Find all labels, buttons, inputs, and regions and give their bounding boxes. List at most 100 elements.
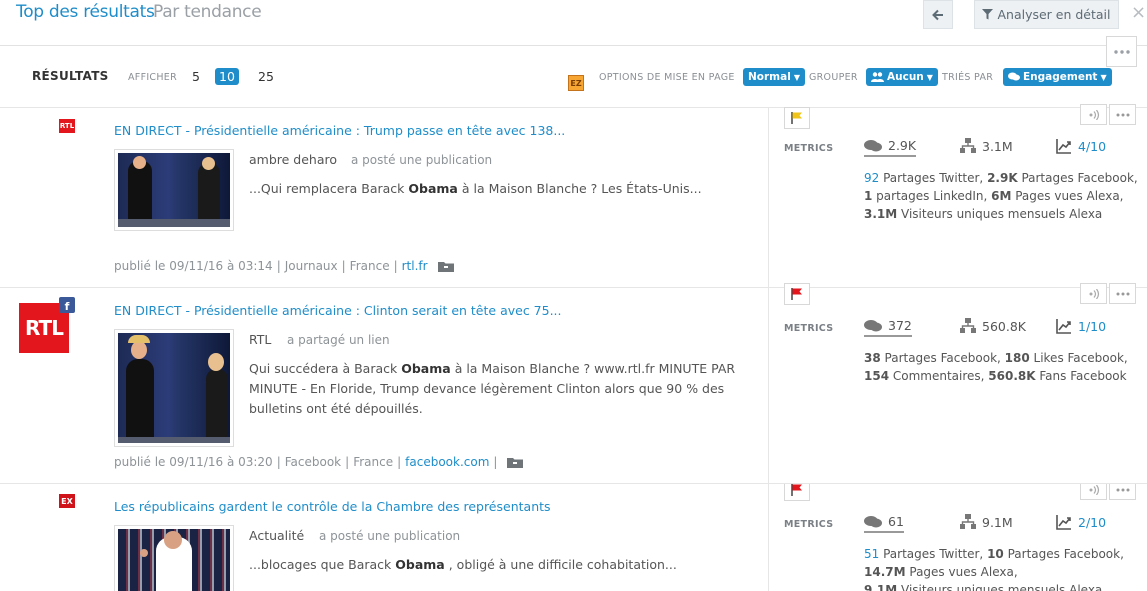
layout-options-label: OPTIONS DE MISE EN PAGE (599, 72, 735, 83)
result-title-link[interactable]: Les républicains gardent le contrôle de … (114, 499, 551, 514)
caret-down-icon: ▼ (793, 72, 800, 82)
group-dropdown[interactable]: Aucun ▼ (866, 68, 938, 86)
analyze-detail-label: Analyser en détail (997, 7, 1111, 22)
metric-engagement[interactable]: 2.9K (864, 138, 917, 157)
result-thumbnail[interactable] (114, 525, 234, 591)
sort-dropdown[interactable]: Engagement ▼ (1003, 68, 1112, 86)
flag-button[interactable] (784, 283, 810, 305)
signal-icon (1089, 288, 1099, 299)
result-snippet: Qui succédera à Barack Obama à la Maison… (249, 361, 736, 416)
flag-red-icon (791, 288, 802, 300)
result-action: a posté une publication (351, 153, 493, 167)
result-author[interactable]: Actualité (249, 528, 304, 543)
more-options-button[interactable] (1109, 283, 1136, 304)
source-site-link[interactable]: rtl.fr (402, 259, 428, 273)
users-icon (871, 72, 884, 82)
trend-up-icon (1056, 139, 1071, 154)
layout-dropdown[interactable]: Normal ▼ (743, 68, 805, 86)
caret-down-icon: ▼ (926, 72, 933, 82)
source-site-link[interactable]: facebook.com (405, 455, 489, 469)
results-controls: RÉSULTATS AFFICHER 5 10 25 EZ OPTIONS DE… (0, 60, 1147, 94)
signal-button[interactable] (1080, 484, 1107, 500)
result-title-link[interactable]: EN DIRECT - Présidentielle américaine : … (114, 303, 562, 318)
metric-engagement[interactable]: 61 (864, 514, 904, 533)
folder-icon[interactable] (507, 456, 524, 468)
show-label: AFFICHER (128, 72, 178, 83)
arrow-left-icon (932, 9, 943, 20)
trend-up-icon (1056, 319, 1071, 334)
metrics-label: METRICS (784, 143, 834, 154)
signal-icon (1089, 484, 1099, 495)
comments-icon (864, 319, 882, 331)
metric-details: 51 Partages Twitter, 10 Partages Faceboo… (864, 547, 1124, 591)
metric-score[interactable]: 1/10 (1056, 318, 1106, 334)
metric-score[interactable]: 4/10 (1056, 138, 1106, 154)
sort-label: TRIÉS PAR (942, 72, 994, 83)
ellipsis-icon (1113, 49, 1130, 54)
sitemap-icon (960, 514, 976, 529)
metric-details: 92 Partages Twitter, 2.9K Partages Faceb… (864, 171, 1138, 221)
result-action: a posté une publication (319, 529, 461, 543)
flag-button[interactable] (784, 484, 810, 501)
comments-icon (1008, 72, 1020, 81)
result-row: RTL EN DIRECT - Présidentielle américain… (0, 104, 1147, 287)
metric-reach[interactable]: 9.1M (960, 514, 1013, 530)
result-author[interactable]: ambre deharo (249, 152, 337, 167)
sitemap-icon (960, 138, 976, 153)
page-size-25[interactable]: 25 (258, 69, 274, 84)
result-thumbnail[interactable] (114, 149, 234, 231)
result-thumbnail[interactable] (114, 329, 234, 447)
more-options-button[interactable] (1109, 104, 1136, 125)
sitemap-icon (960, 318, 976, 333)
folder-icon[interactable] (437, 260, 454, 272)
signal-button[interactable] (1080, 104, 1107, 125)
tab-by-trend[interactable]: Par tendance (153, 2, 262, 22)
metrics-label: METRICS (784, 519, 834, 530)
ellipsis-icon (1116, 488, 1129, 491)
source-express-icon: EX (59, 494, 75, 508)
source-rtl-icon: RTL (59, 119, 75, 133)
tab-top-results[interactable]: Top des résultats (16, 2, 155, 22)
result-snippet: ...Qui remplacera Barack Obama à la Mais… (249, 181, 702, 196)
trend-up-icon (1056, 515, 1071, 530)
group-label: GROUPER (809, 72, 858, 83)
metrics-label: METRICS (784, 323, 834, 334)
flag-yellow-icon (791, 112, 802, 124)
back-button[interactable] (923, 0, 953, 29)
ellipsis-icon (1116, 113, 1129, 116)
metric-engagement[interactable]: 372 (864, 318, 912, 337)
result-publication-info: publié le 09/11/16 à 03:14 | Journaux | Fr… (114, 259, 454, 273)
caret-down-icon: ▼ (1100, 72, 1107, 82)
ez-icon[interactable]: EZ (568, 75, 584, 91)
signal-icon (1089, 109, 1099, 120)
metric-reach[interactable]: 3.1M (960, 138, 1013, 154)
result-row: EX Les républicains gardent le contrôle … (0, 484, 1147, 591)
signal-button[interactable] (1080, 283, 1107, 304)
flag-red-icon (791, 484, 802, 496)
metric-details: 38 Partages Facebook, 180 Likes Facebook… (864, 351, 1128, 383)
group-value: Aucun (887, 71, 924, 83)
filter-icon (982, 9, 994, 20)
page-size-5[interactable]: 5 (192, 69, 200, 84)
comments-icon (864, 139, 882, 151)
facebook-icon: f (59, 297, 75, 313)
metric-reach[interactable]: 560.8K (960, 318, 1026, 334)
result-row: RTL f EN DIRECT - Présidentielle américa… (0, 283, 1147, 483)
result-publication-info: publié le 09/11/16 à 03:20 | Facebook | Fr… (114, 455, 524, 469)
result-action: a partagé un lien (287, 333, 390, 347)
results-title: RÉSULTATS (32, 69, 109, 83)
metric-score[interactable]: 2/10 (1056, 514, 1106, 530)
result-snippet: ...blocages que Barack Obama , obligé à … (249, 557, 677, 572)
sort-value: Engagement (1023, 71, 1098, 83)
ellipsis-icon (1116, 292, 1129, 295)
analyze-detail-button[interactable]: Analyser en détail (974, 0, 1119, 29)
top-bar: Top des résultats Par tendance Analyser … (0, 0, 1147, 46)
close-icon[interactable]: × (1131, 2, 1146, 23)
result-author[interactable]: RTL (249, 332, 271, 347)
result-title-link[interactable]: EN DIRECT - Présidentielle américaine : … (114, 123, 565, 138)
more-options-button[interactable] (1109, 484, 1136, 500)
layout-value: Normal (748, 71, 791, 83)
comments-icon (864, 515, 882, 527)
flag-button[interactable] (784, 107, 810, 129)
page-size-10[interactable]: 10 (215, 68, 239, 85)
